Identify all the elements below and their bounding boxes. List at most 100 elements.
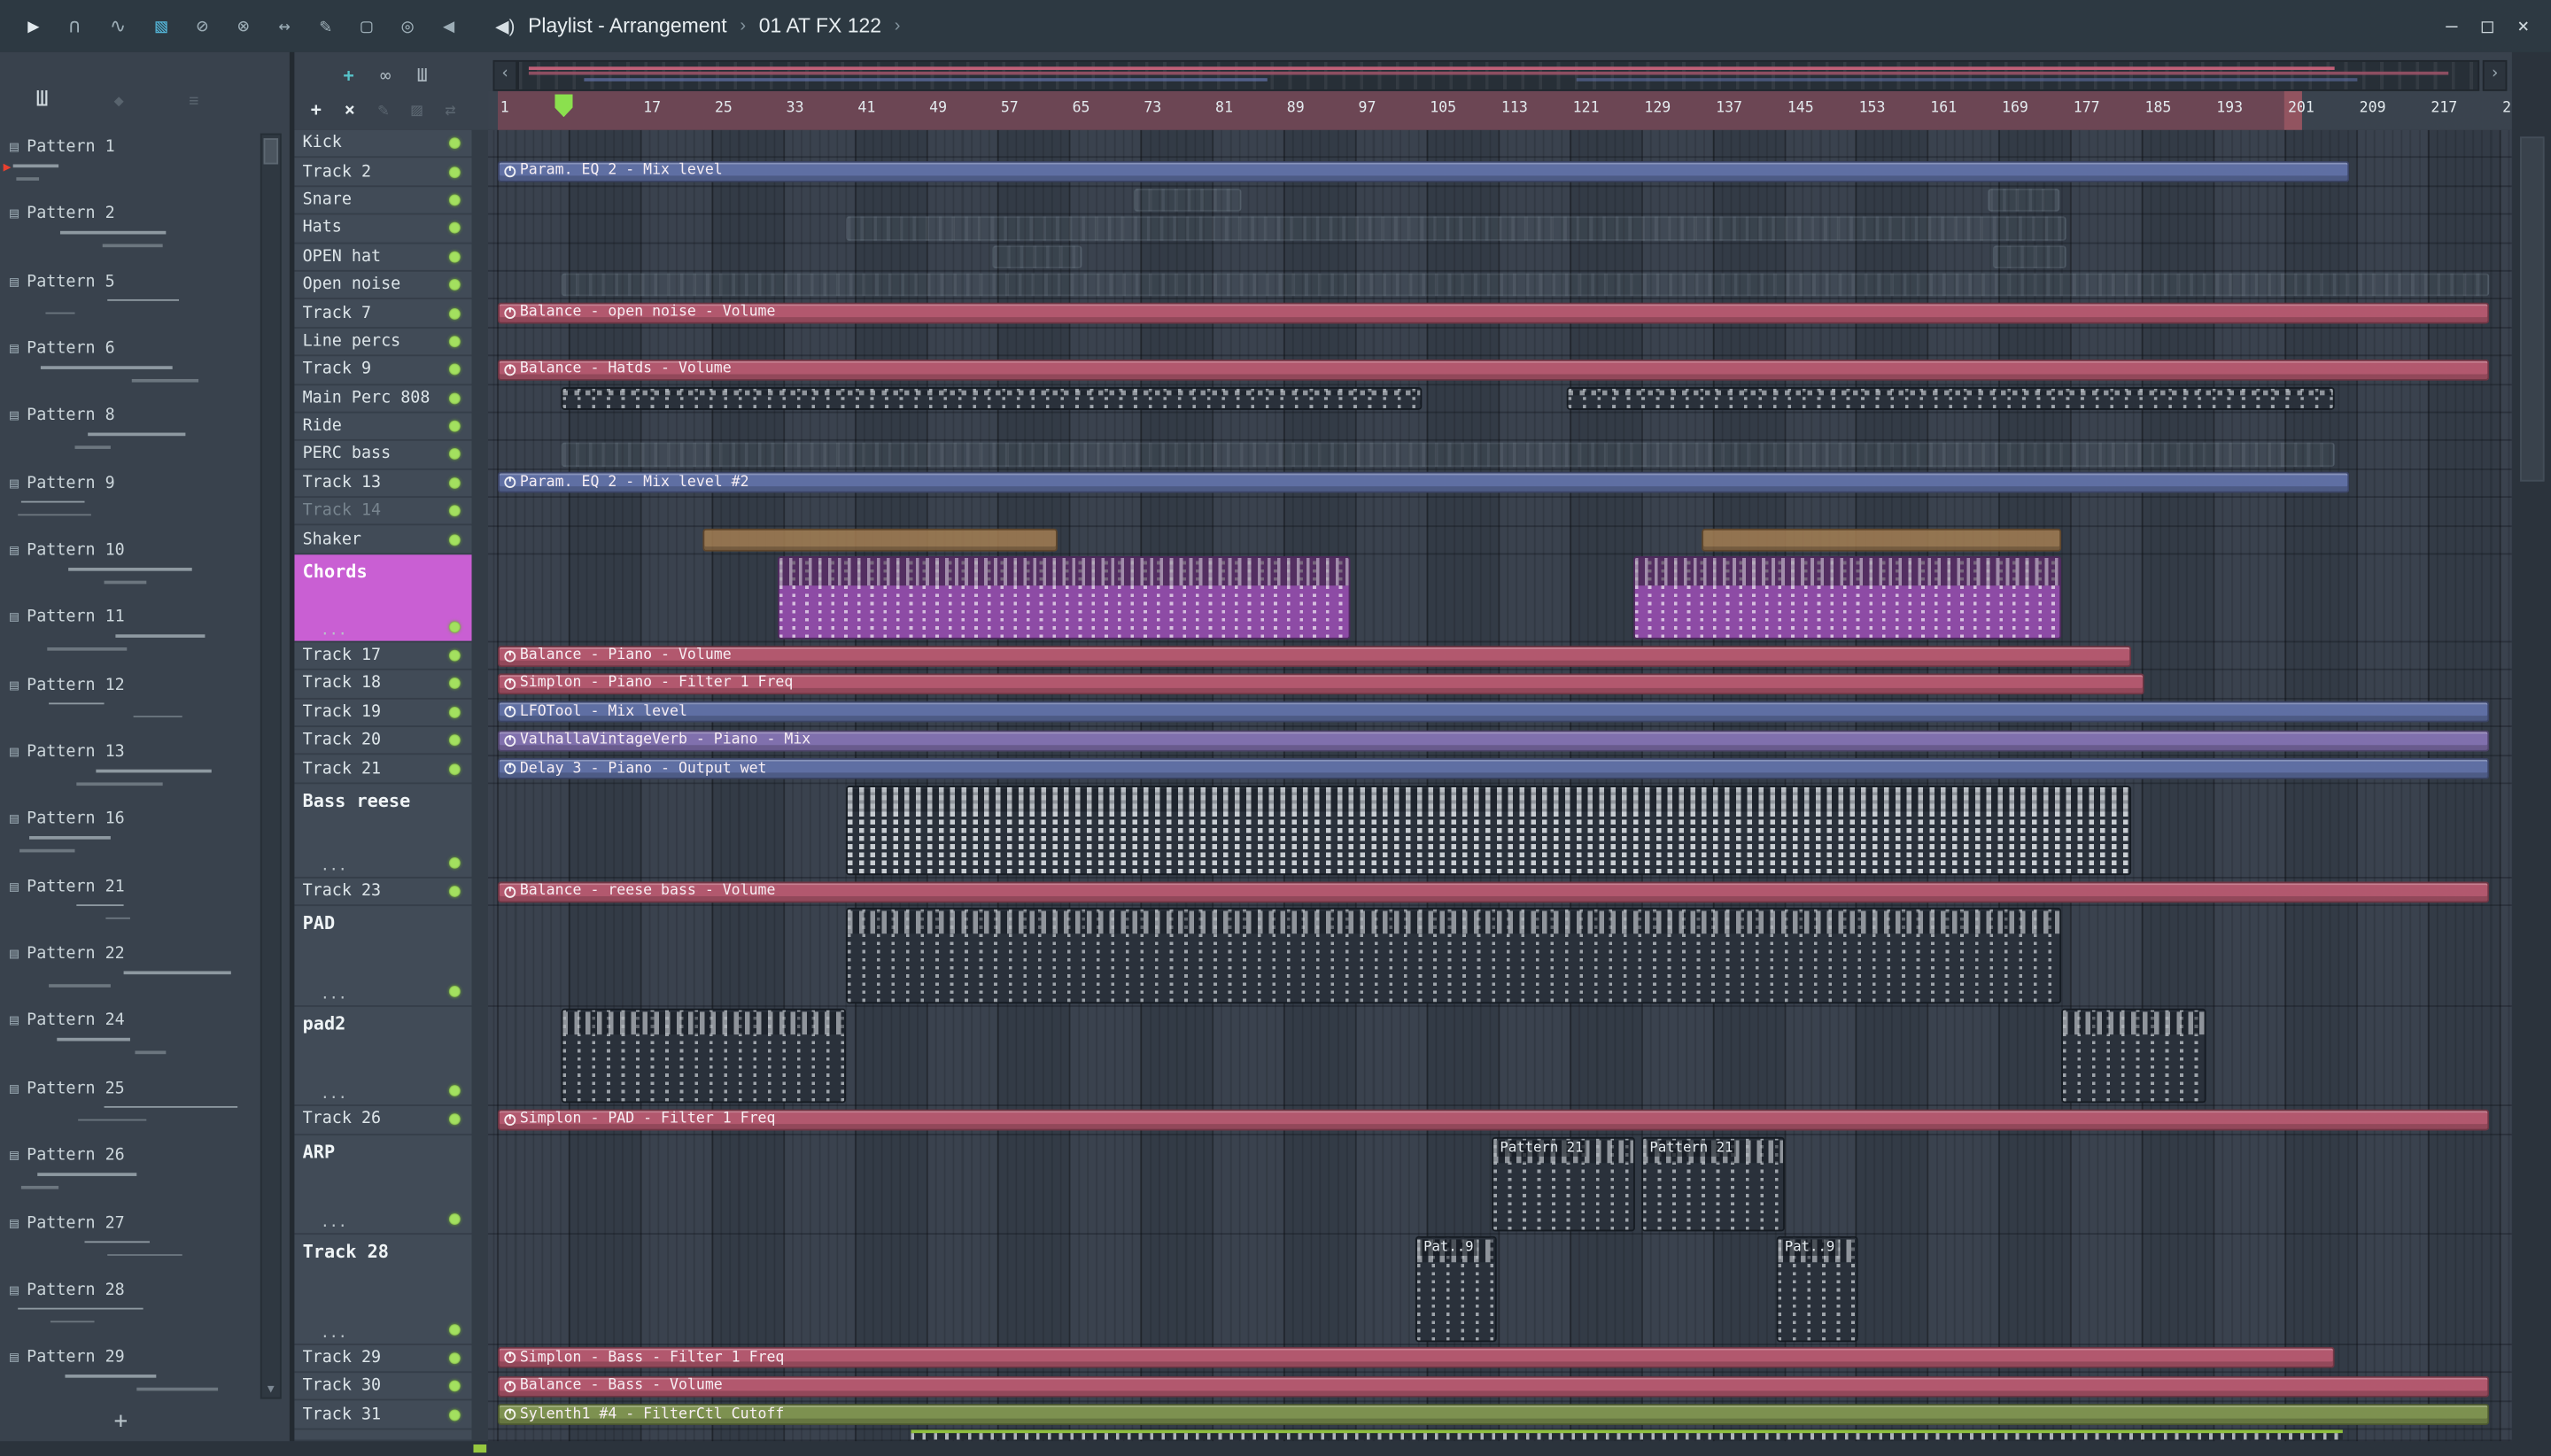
automation-clip[interactable]: Sylenth1 #4 - FilterCtl Cutoff xyxy=(497,1404,2490,1426)
automation-clip[interactable]: Balance - Bass - Volume xyxy=(497,1375,2490,1398)
track-header-track-13[interactable]: Track 13 xyxy=(294,469,472,499)
automation-clip[interactable]: Balance - Piano - Volume xyxy=(497,645,2132,667)
pattern-clip[interactable] xyxy=(561,1009,847,1104)
pattern-item[interactable]: ▤ Pattern 26 xyxy=(0,1142,254,1210)
ghost-clip[interactable] xyxy=(561,273,2490,297)
song-overview-scrollbar[interactable] xyxy=(517,59,2480,91)
vertical-scrollbar[interactable] xyxy=(2511,51,2551,1456)
brush-tool-button[interactable]: ▨ xyxy=(411,99,422,120)
automation-clip[interactable]: Balance - open noise - Volume xyxy=(497,302,2490,324)
pattern-clip[interactable] xyxy=(846,786,2132,876)
track-enable-led[interactable] xyxy=(448,1323,461,1336)
track-enable-led[interactable] xyxy=(448,1212,461,1225)
track-enable-led[interactable] xyxy=(448,1085,461,1097)
pattern-list-scrollbar[interactable]: ▼ xyxy=(260,133,282,1399)
automation-clip[interactable]: LFOTool - Mix level xyxy=(497,701,2490,724)
track-enable-led[interactable] xyxy=(448,986,461,998)
track-header-pad2[interactable]: pad2... xyxy=(294,1007,472,1107)
pencil-tool-button[interactable]: ✎ xyxy=(378,99,389,120)
ghost-clip[interactable] xyxy=(1988,188,2060,213)
track-header-track-31[interactable]: Track 31 xyxy=(294,1401,472,1430)
track-enable-led[interactable] xyxy=(448,476,461,489)
track-header-chords[interactable]: Chords... xyxy=(294,554,472,643)
track-header-track-23[interactable]: Track 23 xyxy=(294,878,472,907)
multitouch-icon[interactable]: + xyxy=(344,65,354,86)
track-header-line-percs[interactable]: Line percs xyxy=(294,329,472,357)
track-header-track-7[interactable]: Track 7 xyxy=(294,300,472,329)
track-enable-led[interactable] xyxy=(448,533,461,546)
pattern-item[interactable]: ▤ Pattern 10 xyxy=(0,537,254,604)
horizontal-scrollbar[interactable] xyxy=(0,1441,2512,1456)
cut-clips-button[interactable]: × xyxy=(345,99,355,120)
track-enable-led[interactable] xyxy=(448,336,461,347)
pattern-item[interactable]: ▤ Pattern 9 xyxy=(0,469,254,537)
ghost-clip[interactable] xyxy=(1992,244,2066,269)
pattern-item[interactable]: ▤ Pattern 2 xyxy=(0,201,254,268)
automation-clip[interactable]: Simplon - PAD - Filter 1 Freq xyxy=(497,1109,2490,1131)
slide-tool-icon[interactable]: ∿ xyxy=(110,15,126,38)
pattern-clip[interactable] xyxy=(1702,528,2062,552)
minimize-button[interactable]: – xyxy=(2434,15,2470,38)
scroll-left-button[interactable]: ‹ xyxy=(492,59,518,91)
play-icon[interactable]: ▶ xyxy=(27,15,39,38)
track-enable-led[interactable] xyxy=(448,166,461,178)
track-enable-led[interactable] xyxy=(448,307,461,320)
track-enable-led[interactable] xyxy=(448,678,461,690)
pattern-clip-partial[interactable] xyxy=(911,1429,2343,1440)
list-view-icon[interactable]: ≡ xyxy=(189,93,198,111)
pattern-clip[interactable] xyxy=(846,908,2062,1004)
track-enable-led[interactable] xyxy=(448,194,461,206)
track-header-shaker[interactable]: Shaker xyxy=(294,526,472,555)
track-header-hats[interactable]: Hats xyxy=(294,215,472,244)
grid-lane[interactable] xyxy=(488,498,2512,527)
track-header-main-perc-808[interactable]: Main Perc 808 xyxy=(294,384,472,414)
slip-tool-button[interactable]: ⇄ xyxy=(445,99,455,120)
track-header-open-hat[interactable]: OPEN hat xyxy=(294,244,472,272)
close-button[interactable]: × xyxy=(2506,15,2541,38)
pattern-clip[interactable] xyxy=(561,386,1423,410)
track-enable-led[interactable] xyxy=(448,1351,461,1364)
track-enable-led[interactable] xyxy=(448,856,461,869)
track-enable-led[interactable] xyxy=(448,392,461,404)
track-enable-led[interactable] xyxy=(448,706,461,718)
track-header-ride[interactable]: Ride xyxy=(294,413,472,442)
grid-lane[interactable] xyxy=(488,187,2512,215)
paint-tool-icon[interactable]: ▧ xyxy=(155,15,167,38)
track-header-track-2[interactable]: Track 2 xyxy=(294,159,472,187)
pattern-item[interactable]: ▤ Pattern 5 xyxy=(0,267,254,335)
pattern-clip[interactable]: Pat..9 xyxy=(1776,1235,1858,1342)
track-enable-led[interactable] xyxy=(448,420,461,432)
track-header-track-30[interactable]: Track 30 xyxy=(294,1373,472,1402)
link-icon[interactable]: ∞ xyxy=(380,65,391,86)
pattern-item[interactable]: ▤ Pattern 27 xyxy=(0,1210,254,1277)
track-enable-led[interactable] xyxy=(448,137,461,150)
track-header-track-9[interactable]: Track 9 xyxy=(294,356,472,385)
grid-lane[interactable] xyxy=(488,329,2512,357)
pattern-clip[interactable] xyxy=(1633,556,2062,639)
pattern-item[interactable]: ▤ Pattern 13 xyxy=(0,739,254,806)
maximize-button[interactable]: □ xyxy=(2470,15,2505,38)
grid-lane[interactable] xyxy=(488,414,2512,442)
track-header-open-noise[interactable]: Open noise xyxy=(294,272,472,300)
track-enable-led[interactable] xyxy=(448,251,461,263)
track-enable-led[interactable] xyxy=(448,1408,461,1421)
automation-clip[interactable]: Simplon - Bass - Filter 1 Freq xyxy=(497,1347,2335,1369)
scroll-down-icon[interactable]: ▼ xyxy=(262,1383,280,1397)
grid-lane[interactable] xyxy=(488,1235,2512,1345)
preview-audio-icon[interactable]: ◀ xyxy=(443,15,454,38)
pattern-item[interactable]: ▤ Pattern 22 xyxy=(0,941,254,1008)
pattern-item[interactable]: ▤ Pattern 29 xyxy=(0,1344,254,1396)
track-header-pad[interactable]: PAD... xyxy=(294,906,472,1008)
playlist-grid[interactable]: Param. EQ 2 - Mix level Balance - open no… xyxy=(488,129,2512,1442)
track-enable-led[interactable] xyxy=(448,621,461,633)
pattern-picker-icon[interactable]: Ш xyxy=(35,88,48,112)
pattern-item[interactable]: ▤ Pattern 24 xyxy=(0,1008,254,1075)
ghost-clip[interactable] xyxy=(1134,188,1242,213)
track-enable-led[interactable] xyxy=(448,734,461,747)
track-header-track-28[interactable]: Track 28... xyxy=(294,1234,472,1345)
timeline-ruler[interactable]: 1 17 25 33 41 49 57 65 73 81 89 97 105 113 121 129 137 14… xyxy=(488,90,2512,134)
add-clip-button[interactable]: + xyxy=(311,99,322,120)
track-enable-led[interactable] xyxy=(448,649,461,662)
select-tool-icon[interactable]: ▢ xyxy=(361,15,372,38)
draw-tool-icon[interactable]: ✎ xyxy=(320,15,331,38)
